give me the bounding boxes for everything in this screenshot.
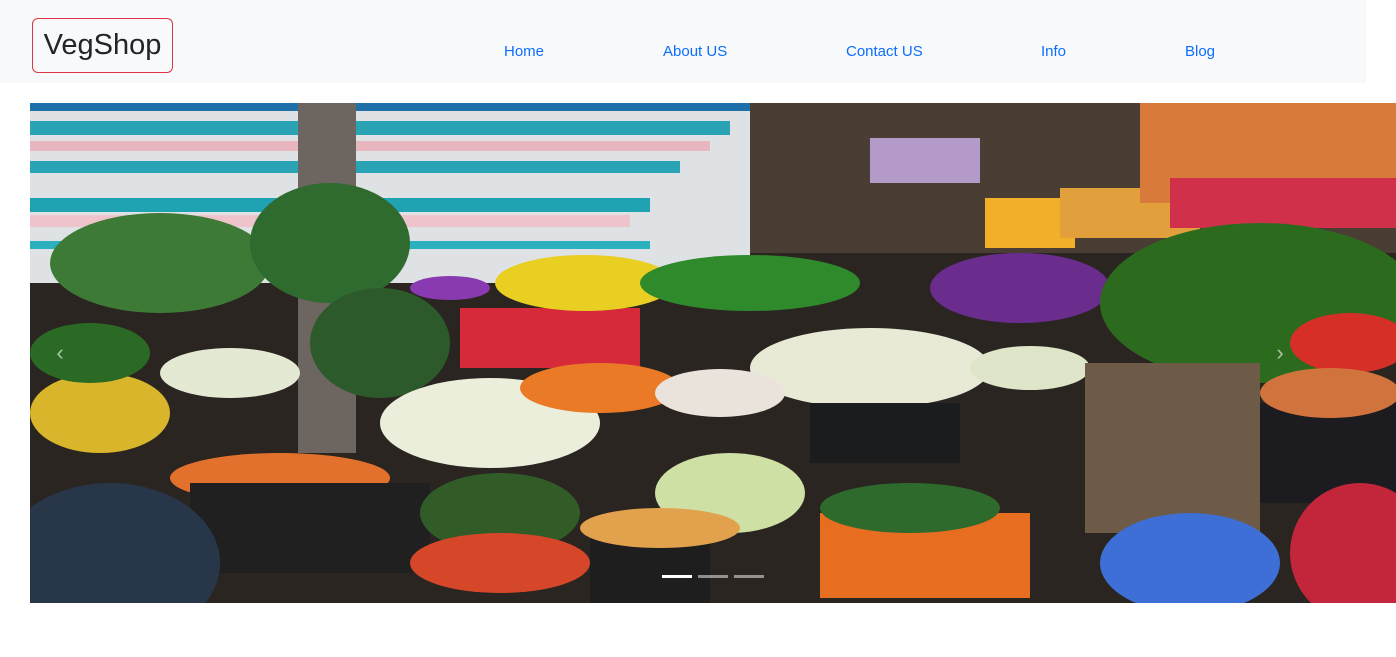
- carousel-next-button[interactable]: ›: [1250, 103, 1310, 603]
- top-navbar: VegShop Home About US Contact US Info Bl…: [0, 0, 1366, 83]
- carousel-indicator-1[interactable]: [662, 575, 692, 578]
- nav-link-info[interactable]: Info: [1041, 43, 1066, 60]
- brand-logo[interactable]: VegShop: [32, 18, 173, 73]
- nav-link-home[interactable]: Home: [504, 43, 544, 60]
- carousel-indicator-3[interactable]: [734, 575, 764, 578]
- nav-link-blog[interactable]: Blog: [1185, 43, 1215, 60]
- nav-link-contact-us[interactable]: Contact US: [846, 43, 923, 60]
- vegetable-market-photo: [30, 103, 1396, 603]
- nav-link-about-us[interactable]: About US: [663, 43, 727, 60]
- carousel-indicator-2[interactable]: [698, 575, 728, 578]
- carousel-indicators: [30, 575, 1396, 578]
- carousel-prev-button[interactable]: ‹: [30, 103, 90, 603]
- chevron-left-icon: ‹: [56, 340, 64, 365]
- chevron-right-icon: ›: [1276, 340, 1284, 365]
- hero-carousel: ‹ ›: [30, 103, 1396, 603]
